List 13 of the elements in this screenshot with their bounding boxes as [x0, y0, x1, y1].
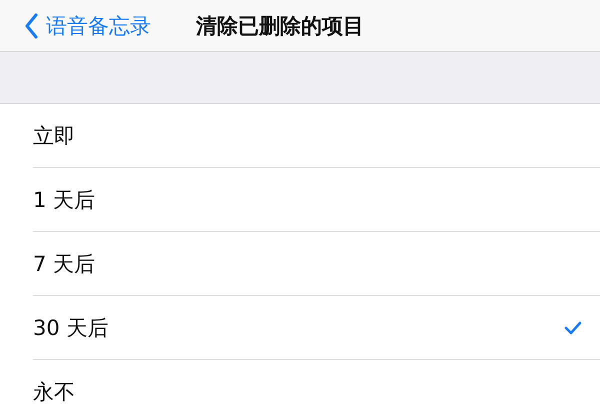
option-row[interactable]: 立即	[33, 104, 600, 168]
screen-title: 清除已删除的项目	[196, 12, 364, 40]
option-row[interactable]: 30 天后	[33, 296, 600, 360]
option-label: 30 天后	[33, 314, 108, 342]
option-label: 永不	[33, 378, 75, 406]
option-label: 7 天后	[33, 250, 96, 278]
option-row[interactable]: 永不	[33, 360, 600, 413]
option-row[interactable]: 1 天后	[33, 168, 600, 232]
option-label: 1 天后	[33, 186, 96, 214]
option-row[interactable]: 7 天后	[33, 232, 600, 296]
back-chevron-icon	[24, 12, 38, 38]
back-button[interactable]: 语音备忘录	[0, 12, 196, 40]
option-label: 立即	[33, 122, 75, 150]
